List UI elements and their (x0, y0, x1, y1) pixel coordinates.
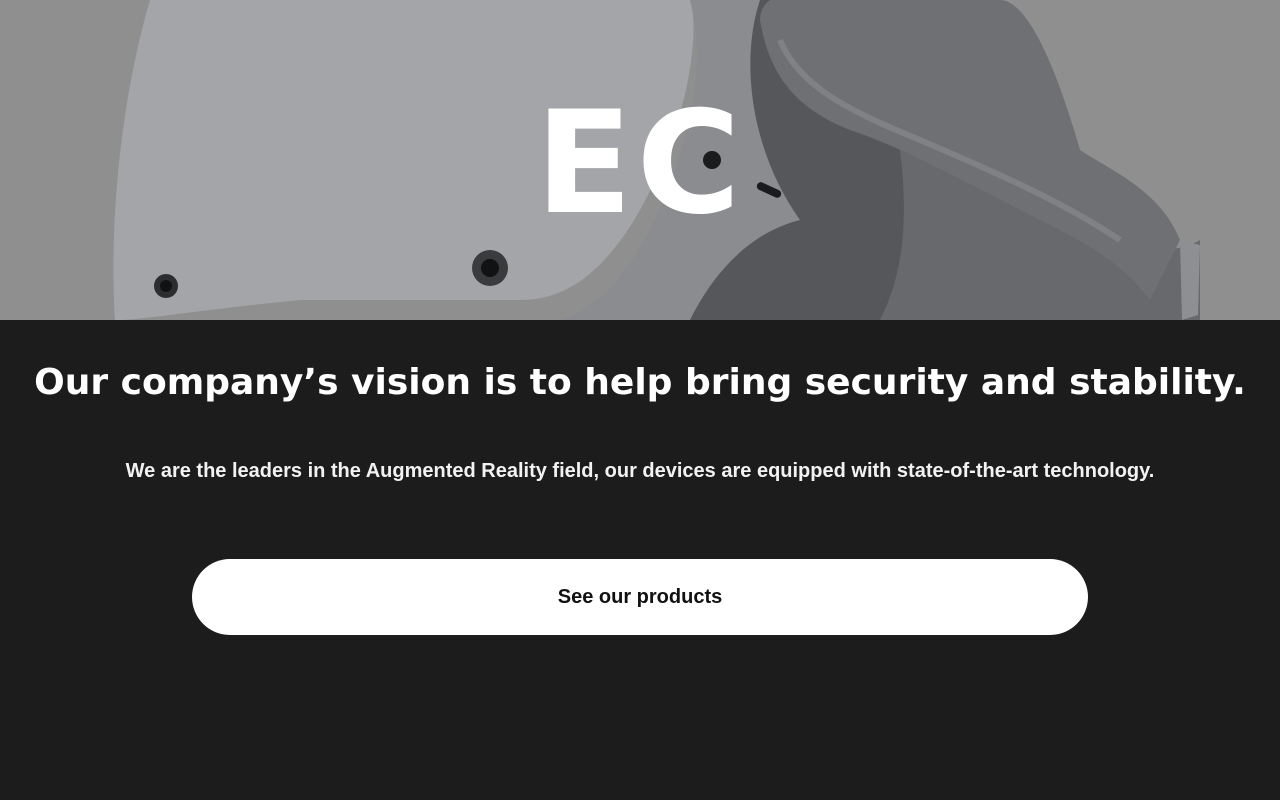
company-logo: EC (535, 81, 745, 246)
main-section: Our company’s vision is to help bring se… (0, 320, 1280, 800)
company-description: We are the leaders in the Augmented Real… (125, 460, 1155, 482)
vision-headline: Our company’s vision is to help bring se… (34, 362, 1246, 403)
hero-banner: EC (0, 0, 1280, 320)
see-products-button[interactable]: See our products (192, 559, 1088, 635)
